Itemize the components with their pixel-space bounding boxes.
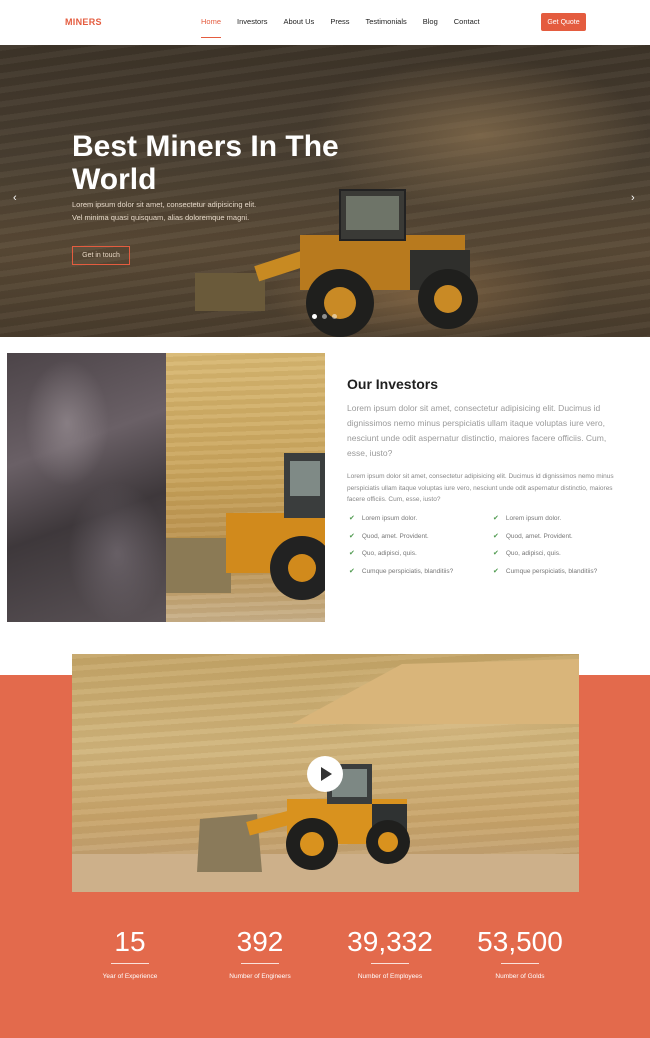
top-navbar: MINERS Home Investors About Us Press Tes…	[0, 0, 650, 45]
check-icon: ✔	[493, 532, 499, 540]
quarry-loader-bucket	[166, 538, 231, 593]
video-sand-hill	[292, 659, 579, 724]
chevron-right-icon[interactable]: ›	[631, 192, 635, 204]
list-item: ✔ Lorem ipsum dolor.	[349, 515, 418, 522]
list-item: ✔ Lorem ipsum dolor.	[493, 515, 562, 522]
rock-wall-image	[7, 353, 166, 622]
stat-divider	[371, 963, 409, 964]
stat-label: Year of Experience	[102, 973, 158, 980]
hero-loader-bucket	[195, 273, 265, 311]
nav-item-about-us[interactable]: About Us	[283, 17, 314, 26]
slider-dot-1[interactable]	[312, 314, 317, 319]
list-item: ✔ Quo, adipisci, quis.	[349, 550, 417, 557]
hero-loader-cab-window	[346, 196, 399, 230]
stat-divider	[501, 963, 539, 964]
investors-body-text: Lorem ipsum dolor sit amet, consectetur …	[347, 473, 614, 503]
check-icon: ✔	[493, 567, 499, 575]
list-item: ✔ Quo, adipisci, quis.	[493, 550, 561, 557]
stat-label: Number of Golds	[495, 973, 545, 980]
hero-title: Best Miners In The World	[72, 130, 339, 196]
slider-dot-3[interactable]	[332, 314, 337, 319]
check-icon: ✔	[349, 532, 355, 540]
video-loader-wheel-rear-hub	[378, 832, 398, 852]
stat-number: 392	[236, 926, 284, 957]
nav-item-contact[interactable]: Contact	[454, 17, 480, 26]
nav-item-testimonials[interactable]: Testimonials	[365, 17, 406, 26]
nav-item-press[interactable]: Press	[330, 17, 349, 26]
stat-golds: 53,500 Number of Golds	[462, 925, 578, 980]
check-icon: ✔	[349, 515, 355, 522]
quarry-loader-wheel-hub	[288, 554, 316, 582]
investors-title: Our Investors	[347, 376, 439, 392]
hero-text: Lorem ipsum dolor sit amet, consectetur …	[72, 200, 257, 222]
slider-dots	[312, 314, 337, 319]
quarry-loader-cab-window	[290, 461, 320, 496]
play-icon[interactable]	[307, 756, 343, 792]
main-menu: Home Investors About Us Press Testimonia…	[201, 17, 496, 38]
stat-label: Number of Employees	[357, 973, 423, 980]
checklist-right: ✔ Lorem ipsum dolor. ✔ Quod, amet. Provide…	[493, 514, 633, 584]
list-item: ✔ Cumque perspiciatis, blanditiis?	[493, 567, 598, 575]
stat-experience: 15 Year of Experience	[72, 925, 188, 980]
brand-logo[interactable]: MINERS	[65, 17, 102, 27]
check-icon: ✔	[349, 550, 355, 557]
stat-number: 39,332	[347, 926, 433, 957]
hero-loader-wheel-rear-hub	[434, 285, 462, 313]
chevron-left-icon[interactable]: ‹	[13, 192, 17, 204]
nav-item-investors[interactable]: Investors	[237, 17, 267, 26]
stat-number: 53,500	[477, 926, 563, 957]
check-icon: ✔	[493, 550, 499, 557]
stat-employees: 39,332 Number of Employees	[332, 925, 448, 980]
list-item: ✔ Quod, amet. Provident.	[349, 532, 429, 540]
quarry-loader-drawing	[166, 453, 325, 600]
check-icon: ✔	[493, 515, 499, 522]
stat-divider	[111, 963, 149, 964]
stat-number: 15	[114, 926, 146, 957]
checklist-left: ✔ Lorem ipsum dolor. ✔ Quod, amet. Provide…	[349, 514, 489, 584]
stat-divider	[241, 963, 279, 964]
get-in-touch-button[interactable]: Get in touch	[72, 246, 130, 265]
stat-label: Number of Engineers	[229, 973, 291, 980]
nav-item-blog[interactable]: Blog	[423, 17, 438, 26]
check-icon: ✔	[349, 567, 355, 575]
video-loader-wheel-front-hub	[300, 832, 324, 856]
slider-dot-2[interactable]	[322, 314, 327, 319]
loader-quarry-image	[166, 353, 325, 622]
nav-item-home[interactable]: Home	[201, 17, 222, 38]
get-quote-button[interactable]: Get Quote	[541, 13, 586, 31]
investors-lead-text: Lorem ipsum dolor sit amet, consectetur …	[347, 403, 607, 458]
list-item: ✔ Quod, amet. Provident.	[493, 532, 573, 540]
list-item: ✔ Cumque perspiciatis, blanditiis?	[349, 567, 454, 575]
stat-engineers: 392 Number of Engineers	[202, 925, 318, 980]
hero-slider: Best Miners In The World Lorem ipsum dol…	[0, 45, 650, 337]
